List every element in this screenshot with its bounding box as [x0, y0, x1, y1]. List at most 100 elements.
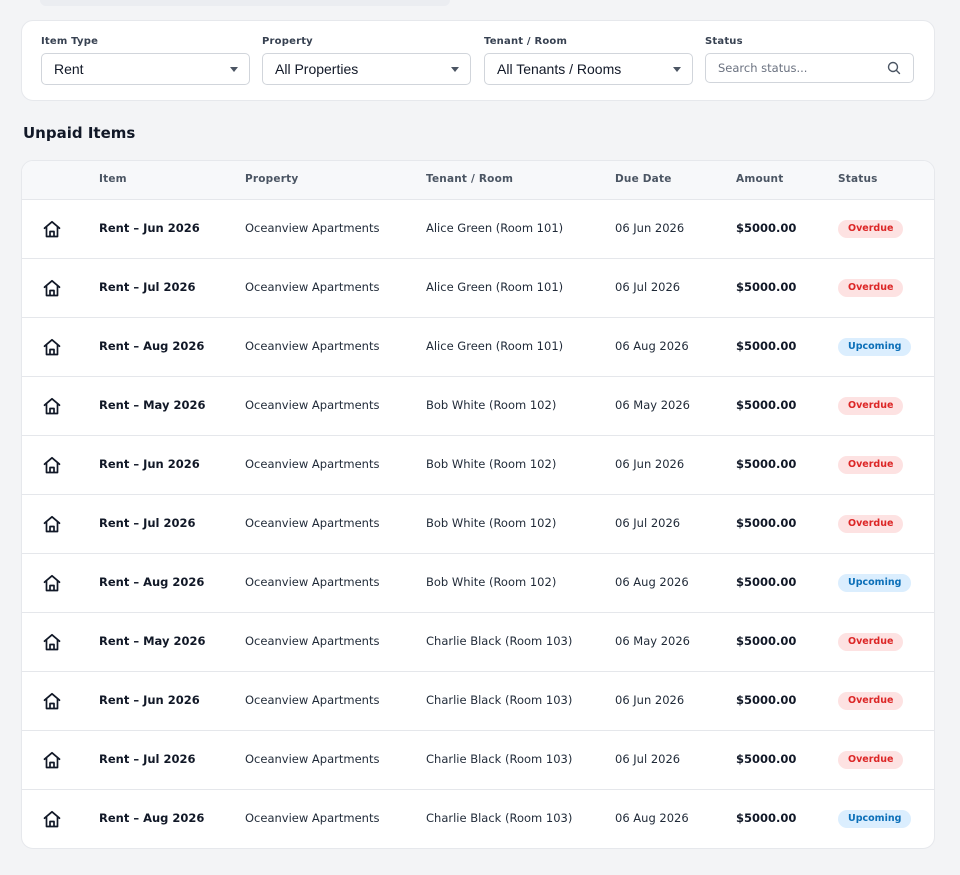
col-header-amount: Amount: [736, 173, 784, 185]
row-tenant-room: Charlie Black (Room 103): [426, 693, 573, 707]
table-row[interactable]: Rent – Jul 2026 Oceanview Apartments Alice…: [22, 259, 934, 318]
home-icon: [42, 632, 62, 652]
row-property: Oceanview Apartments: [245, 280, 380, 294]
table-row[interactable]: Rent – Jun 2026 Oceanview Apartments Bob W…: [22, 436, 934, 495]
row-amount: $5000.00: [736, 516, 797, 530]
row-due-date: 06 Jul 2026: [615, 516, 681, 530]
filter-tenant-room: Tenant / Room All Tenants / Rooms: [484, 35, 693, 85]
caret-down-icon: [451, 67, 459, 72]
row-item: Rent – May 2026: [99, 398, 206, 412]
home-icon: [42, 396, 62, 416]
row-due-date: 06 Aug 2026: [615, 339, 689, 353]
row-item: Rent – Jun 2026: [99, 457, 200, 471]
status-badge: Upcoming: [838, 338, 912, 356]
home-icon: [42, 278, 62, 298]
row-item: Rent – Jul 2026: [99, 752, 196, 766]
col-header-status: Status: [838, 173, 878, 185]
row-tenant-room: Alice Green (Room 101): [426, 221, 564, 235]
status-badge: Overdue: [838, 397, 904, 415]
filter-item-type: Item Type Rent: [41, 35, 250, 85]
row-tenant-room: Bob White (Room 102): [426, 575, 557, 589]
top-strip: [40, 0, 450, 6]
status-badge: Overdue: [838, 515, 904, 533]
row-tenant-room: Charlie Black (Room 103): [426, 811, 573, 825]
filter-label-status: Status: [705, 36, 743, 47]
status-badge: Overdue: [838, 751, 904, 769]
item-type-select[interactable]: Rent: [41, 53, 250, 85]
table-row[interactable]: Rent – Jun 2026 Oceanview Apartments Charl…: [22, 672, 934, 731]
status-badge: Overdue: [838, 279, 904, 297]
row-due-date: 06 Jul 2026: [615, 752, 681, 766]
filter-bar: Item Type Rent Property All Properties T…: [21, 20, 935, 101]
row-due-date: 06 Jun 2026: [615, 693, 685, 707]
property-value: All Properties: [275, 61, 359, 77]
row-amount: $5000.00: [736, 398, 797, 412]
filter-label-property: Property: [262, 36, 313, 47]
table-header: Item Property Tenant / Room Due Date Amo…: [22, 161, 934, 200]
row-amount: $5000.00: [736, 575, 797, 589]
home-icon: [42, 573, 62, 593]
row-amount: $5000.00: [736, 221, 797, 235]
row-due-date: 06 May 2026: [615, 398, 690, 412]
row-property: Oceanview Apartments: [245, 575, 380, 589]
row-due-date: 06 May 2026: [615, 634, 690, 648]
table-row[interactable]: Rent – Jul 2026 Oceanview Apartments Charl…: [22, 731, 934, 790]
property-select[interactable]: All Properties: [262, 53, 471, 85]
row-due-date: 06 Jul 2026: [615, 280, 681, 294]
caret-down-icon: [673, 67, 681, 72]
col-header-tenant-room: Tenant / Room: [426, 173, 514, 185]
row-item: Rent – Jul 2026: [99, 280, 196, 294]
status-badge: Overdue: [838, 692, 904, 710]
home-icon: [42, 809, 62, 829]
home-icon: [42, 514, 62, 534]
row-property: Oceanview Apartments: [245, 221, 380, 235]
row-property: Oceanview Apartments: [245, 634, 380, 648]
row-amount: $5000.00: [736, 693, 797, 707]
status-badge: Upcoming: [838, 574, 912, 592]
row-due-date: 06 Jun 2026: [615, 221, 685, 235]
search-icon[interactable]: [887, 61, 901, 75]
row-due-date: 06 Aug 2026: [615, 575, 689, 589]
tenant-room-value: All Tenants / Rooms: [497, 61, 622, 77]
row-item: Rent – Aug 2026: [99, 575, 205, 589]
row-item: Rent – Aug 2026: [99, 811, 205, 825]
status-search-box: [705, 53, 914, 83]
table-row[interactable]: Rent – Aug 2026 Oceanview Apartments Bob W…: [22, 554, 934, 613]
row-item: Rent – Jun 2026: [99, 693, 200, 707]
item-type-value: Rent: [54, 61, 84, 77]
row-amount: $5000.00: [736, 457, 797, 471]
home-icon: [42, 219, 62, 239]
row-item: Rent – Aug 2026: [99, 339, 205, 353]
caret-down-icon: [230, 67, 238, 72]
status-badge: Overdue: [838, 633, 904, 651]
table-row[interactable]: Rent – May 2026 Oceanview Apartments Bob W…: [22, 377, 934, 436]
filter-label-item-type: Item Type: [41, 36, 99, 47]
home-icon: [42, 455, 62, 475]
page-title: Unpaid Items: [23, 124, 136, 142]
row-property: Oceanview Apartments: [245, 811, 380, 825]
unpaid-items-table: Item Property Tenant / Room Due Date Amo…: [21, 160, 935, 849]
row-property: Oceanview Apartments: [245, 516, 380, 530]
row-property: Oceanview Apartments: [245, 693, 380, 707]
col-header-due-date: Due Date: [615, 173, 672, 185]
row-tenant-room: Bob White (Room 102): [426, 398, 557, 412]
table-row[interactable]: Rent – May 2026 Oceanview Apartments Charl…: [22, 613, 934, 672]
row-amount: $5000.00: [736, 634, 797, 648]
row-due-date: 06 Aug 2026: [615, 811, 689, 825]
row-property: Oceanview Apartments: [245, 398, 380, 412]
home-icon: [42, 750, 62, 770]
tenant-room-select[interactable]: All Tenants / Rooms: [484, 53, 693, 85]
row-item: Rent – May 2026: [99, 634, 206, 648]
table-row[interactable]: Rent – Jul 2026 Oceanview Apartments Bob W…: [22, 495, 934, 554]
row-property: Oceanview Apartments: [245, 752, 380, 766]
table-row[interactable]: Rent – Jun 2026 Oceanview Apartments Alice…: [22, 200, 934, 259]
row-tenant-room: Bob White (Room 102): [426, 457, 557, 471]
col-header-property: Property: [245, 173, 299, 185]
row-amount: $5000.00: [736, 752, 797, 766]
table-body: Rent – Jun 2026 Oceanview Apartments Alice…: [22, 200, 934, 848]
row-item: Rent – Jun 2026: [99, 221, 200, 235]
table-row[interactable]: Rent – Aug 2026 Oceanview Apartments Alice…: [22, 318, 934, 377]
table-row[interactable]: Rent – Aug 2026 Oceanview Apartments Charl…: [22, 790, 934, 848]
status-search-input[interactable]: [718, 61, 878, 75]
row-amount: $5000.00: [736, 280, 797, 294]
